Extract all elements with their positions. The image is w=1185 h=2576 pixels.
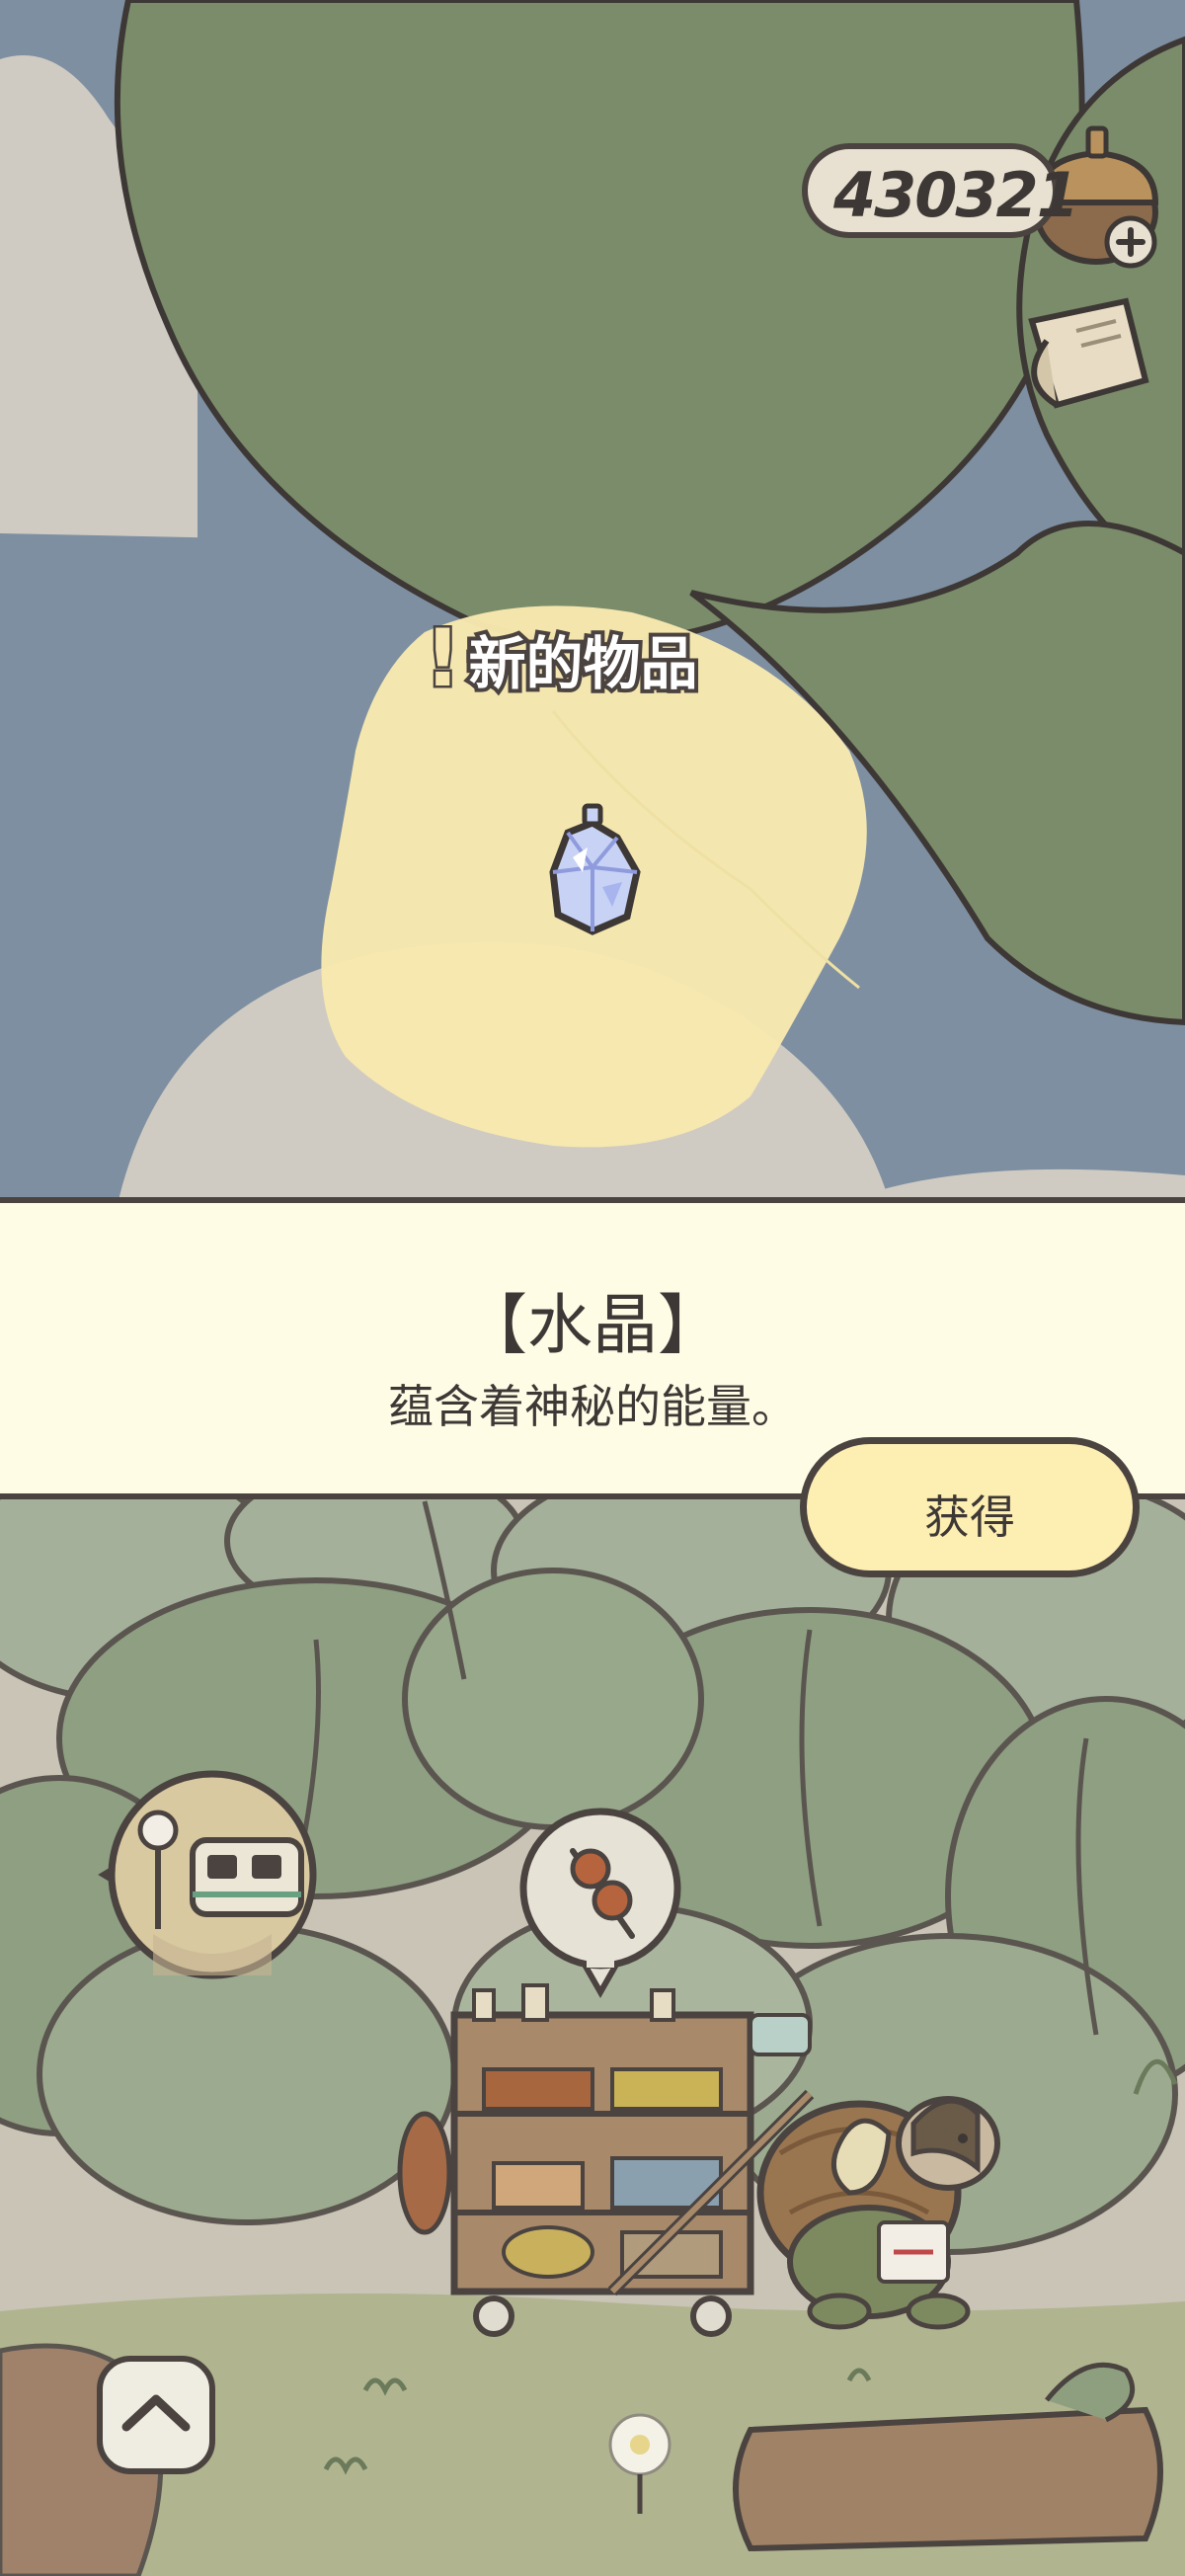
new-item-label: ! 新的物品 bbox=[422, 610, 701, 707]
obtain-button-label: 获得 bbox=[924, 1490, 1015, 1544]
item-name: 【水晶】 bbox=[462, 1287, 723, 1363]
obtain-button[interactable]: 获得 bbox=[800, 1437, 1140, 1577]
scroll-up-button[interactable] bbox=[97, 2356, 215, 2474]
cart bbox=[397, 1983, 815, 2337]
item-description: 蕴含着神秘的能量。 bbox=[388, 1380, 797, 1433]
acorn-counter[interactable]: 430321 bbox=[802, 143, 1079, 238]
exclamation-icon: ! bbox=[422, 610, 463, 707]
acorn-count: 430321 bbox=[833, 159, 1079, 231]
new-item-text: 新的物品 bbox=[464, 626, 701, 701]
chevron-up-icon bbox=[121, 2394, 191, 2432]
